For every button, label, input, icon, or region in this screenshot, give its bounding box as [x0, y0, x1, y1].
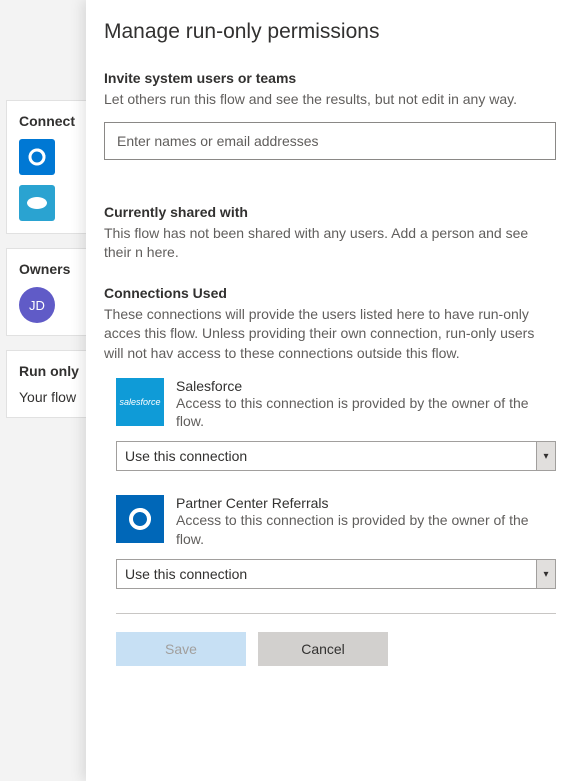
connection-sub: Access to this connection is provided by…	[176, 394, 556, 432]
connections-desc: These connections will provide the users…	[104, 305, 556, 364]
connection-item: Partner Center Referrals Access to this …	[116, 495, 556, 549]
permissions-panel: Manage run-only permissions Invite syste…	[86, 0, 574, 781]
shared-desc: This flow has not been shared with any u…	[104, 224, 556, 263]
save-button[interactable]: Save	[116, 632, 246, 666]
connection-select[interactable]: Use this connection	[116, 441, 556, 471]
divider	[116, 613, 556, 614]
connection-select[interactable]: Use this connection	[116, 559, 556, 589]
salesforce-icon	[19, 185, 55, 221]
invite-desc: Let others run this flow and see the res…	[104, 90, 556, 110]
cancel-button[interactable]: Cancel	[258, 632, 388, 666]
avatar: JD	[19, 287, 55, 323]
salesforce-icon: salesforce	[116, 378, 164, 426]
partner-referrals-icon	[116, 495, 164, 543]
connection-sub: Access to this connection is provided by…	[176, 511, 556, 549]
panel-title: Manage run-only permissions	[104, 20, 556, 44]
connection-name: Partner Center Referrals	[176, 495, 556, 511]
invite-input[interactable]	[104, 122, 556, 160]
connections-title: Connections Used	[104, 285, 556, 301]
partner-referrals-icon	[19, 139, 55, 175]
connection-name: Salesforce	[176, 378, 556, 394]
connection-item: salesforce Salesforce Access to this con…	[116, 378, 556, 432]
invite-title: Invite system users or teams	[104, 70, 556, 86]
shared-title: Currently shared with	[104, 204, 556, 220]
